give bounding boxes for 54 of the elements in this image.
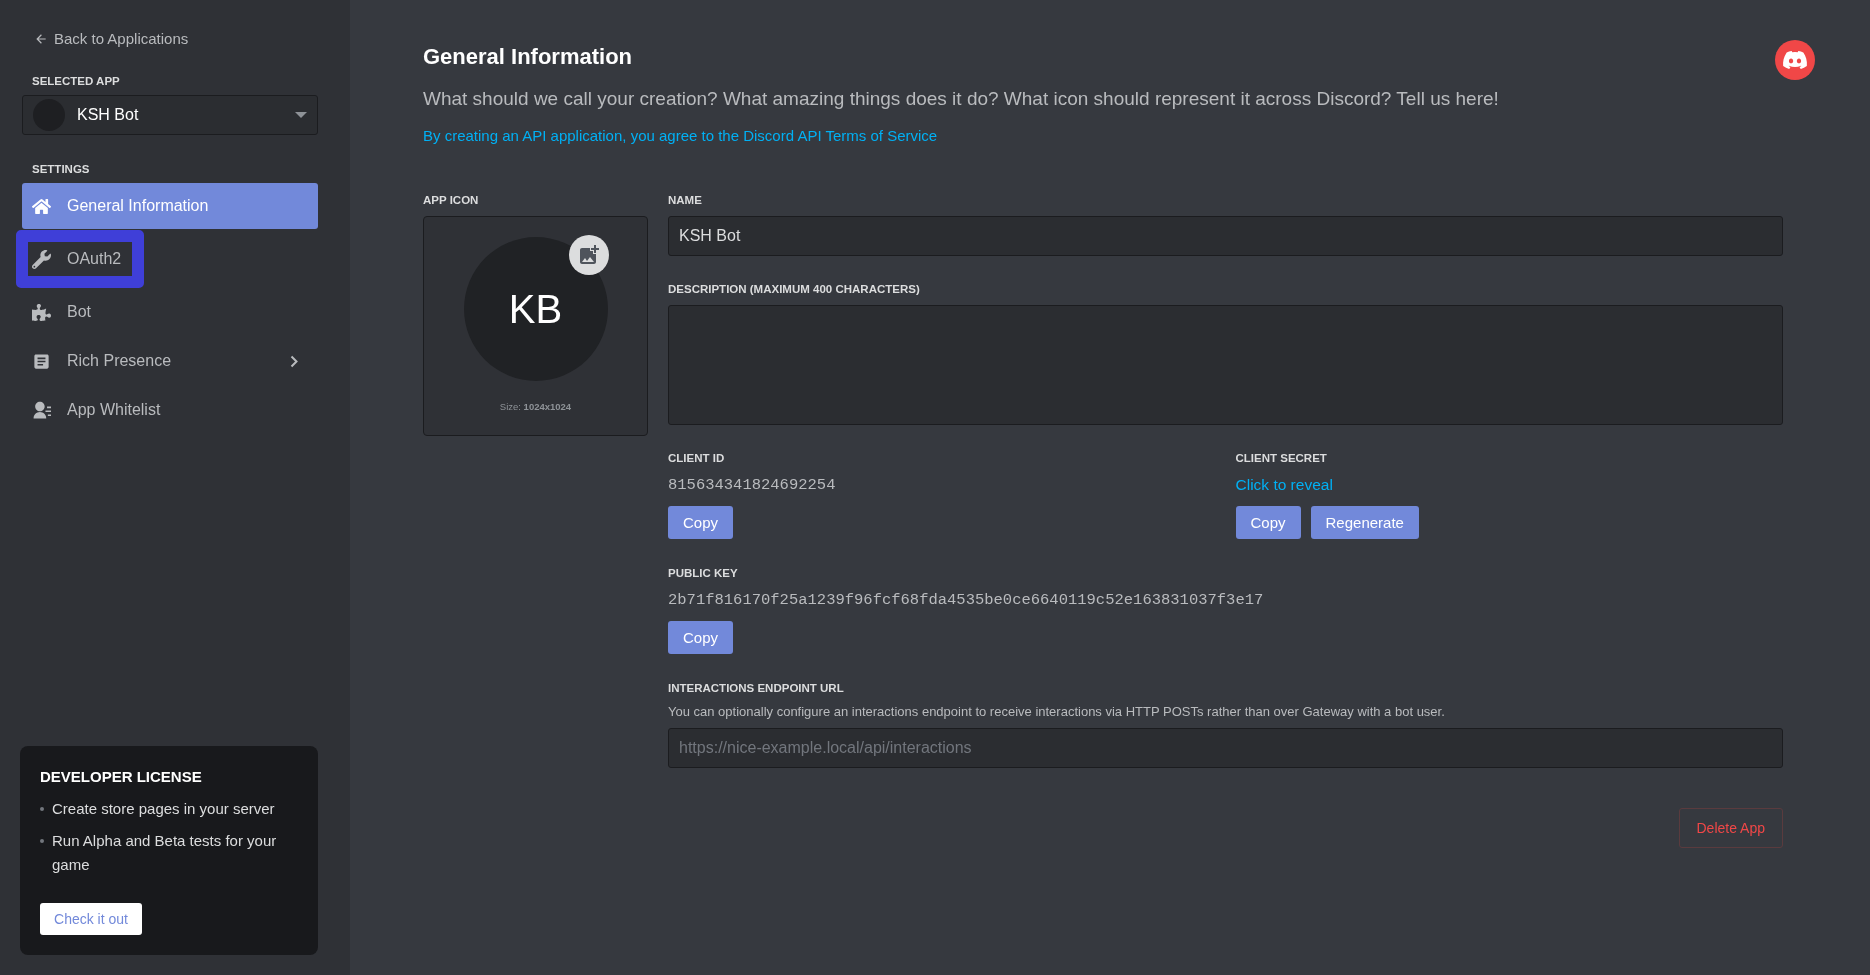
app-icon-avatar[interactable]: KB: [463, 237, 608, 381]
home-icon: [32, 196, 51, 216]
app-name: KSH Bot: [77, 106, 140, 124]
size-text: Size: 1024x1024: [499, 401, 572, 412]
page-title: General Information: [423, 44, 634, 70]
add-image-button[interactable]: [569, 235, 609, 275]
section-label: SELECTED APP: [32, 75, 120, 87]
field-label: NAME: [668, 194, 702, 206]
description-input[interactable]: [668, 305, 1783, 425]
chevron-right-icon: [290, 354, 298, 368]
field-label: CLIENT SECRET: [1235, 452, 1327, 464]
help-text: You can optionally configure an interactions endpoint to receive interactions via HTTP POSTs rather than over Gateway with a bot user.: [668, 704, 1446, 719]
nav-item[interactable]: General Information: [22, 183, 318, 229]
nav-item-label: OAuth2: [67, 250, 123, 268]
section-label: SETTINGS: [32, 163, 90, 175]
bullet-icon: [40, 807, 44, 811]
bullet-text: Create store pages in your server: [52, 799, 275, 819]
discord-logo-icon: [1775, 40, 1815, 80]
add-image-icon: [577, 243, 601, 267]
bullet-icon: [40, 839, 44, 843]
puzzle-icon: [32, 302, 51, 322]
nav-item-label: General Information: [67, 197, 210, 215]
public-key-value: 2b71f816170f25a1239f96fcf68fda4535be0ce6640119c52e163831037f3e17: [668, 591, 1265, 611]
caret-icon: [295, 112, 307, 118]
field-label: PUBLIC KEY: [668, 567, 738, 579]
reveal-link[interactable]: Click to reveal: [1235, 476, 1333, 496]
app-select[interactable]: KSH Bot: [22, 95, 318, 135]
document-icon: [32, 351, 51, 371]
copy-button[interactable]: Copy: [1235, 506, 1301, 539]
field-label: DESCRIPTION (MAXIMUM 400 CHARACTERS): [668, 283, 920, 295]
nav-item[interactable]: Bot: [22, 289, 318, 335]
field-label: APP ICON: [423, 194, 479, 206]
nav-item-label: App Whitelist: [67, 401, 162, 419]
copy-button[interactable]: Copy: [668, 621, 734, 654]
terms-link[interactable]: By creating an API application, you agree to the Discord API Terms of Service: [423, 127, 938, 144]
endpoint-url-input[interactable]: https://nice-example.local/api/interactions: [668, 728, 1783, 768]
card-title: DEVELOPER LICENSE: [40, 768, 203, 785]
nav-item-label: Rich Presence: [67, 352, 173, 370]
delete-app-button[interactable]: Delete App: [1678, 808, 1783, 848]
wrench-icon: [32, 249, 51, 269]
name-input[interactable]: KSH Bot: [668, 216, 1783, 256]
nav-item-label: Bot: [67, 303, 92, 321]
copy-button[interactable]: Copy: [668, 506, 734, 539]
client-id-value: 815634341824692254: [668, 476, 837, 496]
regenerate-button[interactable]: Regenerate: [1310, 506, 1419, 539]
nav-item[interactable]: OAuth2: [18, 232, 142, 286]
field-label: INTERACTIONS ENDPOINT URL: [668, 682, 844, 694]
bullet-text: Run Alpha and Beta tests for your game: [52, 831, 278, 875]
nav-item[interactable]: App Whitelist: [22, 387, 318, 433]
person-icon: [32, 400, 51, 420]
check-it-out-button[interactable]: Check it out: [40, 903, 142, 935]
field-label: CLIENT ID: [668, 452, 725, 464]
nav-item[interactable]: Rich Presence: [22, 338, 318, 384]
page-subtitle: What should we call your creation? What amazing things does it do? What icon should represent it across Discord? Tell us here!: [423, 88, 1500, 110]
